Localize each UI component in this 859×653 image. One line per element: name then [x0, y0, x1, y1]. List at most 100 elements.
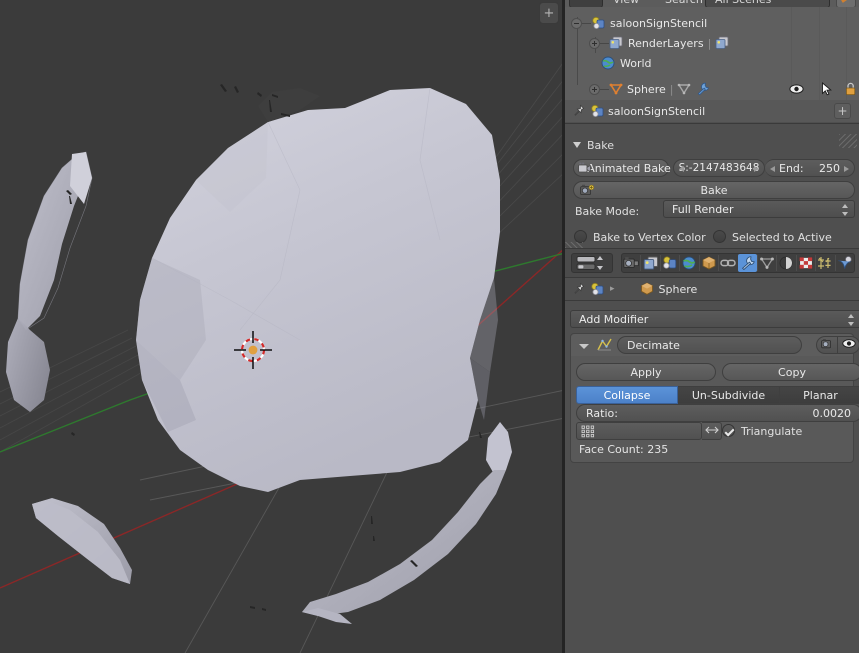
pin-icon[interactable]: [571, 282, 585, 296]
renderlayers-icon: [609, 36, 624, 50]
mouse-cursor-icon[interactable]: [821, 82, 833, 96]
viewport-sidebar-toggle[interactable]: +: [539, 2, 559, 24]
animated-bake-label: Animated Bake: [587, 162, 671, 175]
divider: [565, 123, 859, 124]
mesh-triangle-icon[interactable]: [677, 82, 691, 96]
chevron-left-icon[interactable]: [679, 166, 684, 172]
render-animation-icon: [578, 162, 591, 178]
animated-bake-button[interactable]: Animated Bake: [573, 159, 669, 177]
tab-render-layers[interactable]: [641, 254, 659, 272]
copy-modifier-button[interactable]: Copy: [722, 363, 859, 381]
chevron-left-icon[interactable]: [770, 166, 775, 172]
divider: [565, 300, 859, 301]
decimate-mode-planar[interactable]: Planar: [780, 386, 859, 404]
decimate-mode-unsubdivide[interactable]: Un-Subdivide: [678, 386, 780, 404]
breadcrumb-separator: ▸: [610, 284, 615, 294]
tree-line: [600, 43, 609, 44]
selected-to-active-checkbox[interactable]: [713, 230, 726, 243]
properties-tabs[interactable]: [621, 253, 855, 273]
bake-mode-dropdown[interactable]: Full Render: [663, 200, 855, 218]
properties-tab-strip: [565, 249, 859, 277]
bake-panel-title: Bake: [587, 139, 614, 152]
properties-header[interactable]: saloonSignStencil +: [565, 100, 859, 122]
renderlayers-icon[interactable]: [715, 36, 730, 50]
tab-scene[interactable]: [661, 254, 679, 272]
bake-end-frame-value: 250: [819, 162, 840, 175]
collapse-toggle[interactable]: [571, 18, 582, 29]
render-visibility-icon: [821, 338, 834, 353]
outliner-header[interactable]: View Search All Scenes: [565, 0, 859, 7]
chevron-down-icon[interactable]: [579, 344, 589, 349]
menu-view[interactable]: View: [613, 0, 639, 6]
chevron-down-icon: [573, 142, 581, 148]
outliner-label-world: World: [620, 57, 652, 70]
outliner-row-renderlayers[interactable]: RenderLayers |: [565, 33, 859, 53]
outliner-separator: |: [670, 83, 674, 96]
lock-icon[interactable]: [845, 82, 856, 96]
3d-viewport[interactable]: +: [0, 0, 565, 653]
face-count-label: Face Count: 235: [579, 443, 668, 456]
add-icon: +: [544, 7, 555, 20]
invert-vertex-group-button[interactable]: [702, 422, 722, 440]
eye-icon[interactable]: [789, 83, 804, 95]
apply-modifier-button[interactable]: Apply: [576, 363, 716, 381]
world-icon: [601, 56, 615, 70]
decimate-mode-collapse[interactable]: Collapse: [576, 386, 678, 404]
editor-type-selector[interactable]: [569, 0, 603, 7]
triangulate-label: Triangulate: [741, 425, 802, 438]
breadcrumb[interactable]: ▸ Sphere: [565, 278, 859, 300]
pin-icon[interactable]: [571, 104, 585, 118]
modifier-name-value: Decimate: [627, 339, 680, 352]
breadcrumb-object-name: Sphere: [659, 283, 698, 296]
copy-label: Copy: [778, 366, 806, 379]
bake-end-frame-field[interactable]: End: 250: [765, 159, 855, 177]
tab-object-data[interactable]: [758, 254, 776, 272]
tab-object[interactable]: [700, 254, 718, 272]
bake-start-frame-field[interactable]: S:-2147483648: [673, 159, 765, 177]
modifier-name-field[interactable]: Decimate: [617, 336, 802, 354]
add-icon[interactable]: +: [834, 103, 851, 119]
vertex-group-field[interactable]: [576, 422, 702, 440]
outliner-row-world[interactable]: World: [565, 53, 859, 73]
unsubdivide-label: Un-Subdivide: [692, 389, 765, 402]
brush-icon[interactable]: [836, 0, 856, 7]
add-modifier-dropdown[interactable]: Add Modifier: [570, 310, 859, 328]
outliner-label-renderlayers: RenderLayers: [628, 37, 704, 50]
planar-label: Planar: [803, 389, 838, 402]
bake-button[interactable]: Bake: [573, 181, 855, 199]
decimate-modifier-icon: [597, 337, 612, 352]
chevron-right-icon[interactable]: [754, 166, 759, 172]
triangulate-checkbox[interactable]: [722, 424, 735, 437]
outliner-label-sphere: Sphere: [627, 83, 666, 96]
scene-icon: [590, 104, 605, 118]
menu-search[interactable]: Search: [665, 0, 703, 6]
scene-icon[interactable]: [590, 282, 605, 296]
panel-resize-grip[interactable]: [839, 134, 857, 148]
tab-modifiers[interactable]: [738, 254, 756, 272]
render-visibility-toggle[interactable]: [816, 336, 838, 354]
ratio-label: Ratio:: [586, 407, 618, 420]
outliner[interactable]: saloonSignStencil RenderLayers |: [565, 7, 859, 100]
modifier-wrench-icon[interactable]: [696, 82, 710, 96]
tab-constraints[interactable]: [719, 254, 737, 272]
viewport-visibility-toggle[interactable]: [838, 336, 859, 354]
ratio-slider[interactable]: Ratio: 0.0020: [576, 404, 859, 422]
bake-to-vertex-color-label: Bake to Vertex Color: [593, 231, 706, 244]
tab-render[interactable]: [622, 254, 640, 272]
expand-toggle[interactable]: [589, 38, 600, 49]
outliner-row-scene[interactable]: saloonSignStencil: [565, 13, 859, 33]
collapse-label: Collapse: [604, 389, 651, 402]
tab-world[interactable]: [680, 254, 698, 272]
tab-physics[interactable]: [835, 254, 853, 272]
tab-texture[interactable]: [797, 254, 815, 272]
expand-toggle[interactable]: [589, 84, 600, 95]
outliner-row-sphere[interactable]: Sphere |: [565, 79, 859, 99]
display-mode-selector[interactable]: [571, 253, 613, 273]
selected-to-active-label: Selected to Active: [732, 231, 832, 244]
viewport-visibility-icon: [842, 338, 856, 352]
chevron-right-icon[interactable]: [844, 166, 849, 172]
tab-particles[interactable]: [816, 254, 834, 272]
tab-material[interactable]: [777, 254, 795, 272]
tree-line: [582, 23, 591, 24]
bake-panel-header[interactable]: Bake: [573, 136, 773, 154]
